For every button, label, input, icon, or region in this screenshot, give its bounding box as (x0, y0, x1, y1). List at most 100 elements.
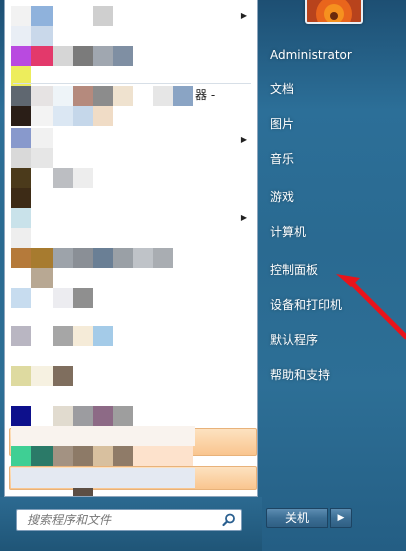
program-item[interactable] (5, 168, 257, 188)
pixelated-block (73, 446, 93, 466)
pixelated-block (31, 26, 53, 46)
submenu-arrow-icon: ▶ (240, 213, 247, 222)
pixelated-block (153, 248, 173, 268)
pixelated-block (11, 426, 195, 446)
program-item[interactable]: ▶ (5, 6, 257, 26)
pixelated-block (31, 366, 53, 386)
pixelated-block (73, 168, 93, 188)
pixelated-block (113, 46, 133, 66)
search-input[interactable] (17, 510, 213, 530)
program-list-pane: ▶ 器 - ▶ ▶ (4, 0, 258, 497)
pixelated-block (31, 6, 53, 26)
pixelated-block (11, 446, 31, 466)
pixelated-block (113, 248, 133, 268)
shutdown-button[interactable]: 关机 (266, 508, 328, 528)
submenu-arrow-icon: ▶ (240, 135, 247, 144)
pixelated-block (53, 168, 73, 188)
pixelated-block (11, 86, 31, 106)
user-name-link[interactable]: Administrator (270, 49, 352, 61)
documents-link[interactable]: 文档 (270, 83, 294, 95)
pixelated-block (153, 86, 173, 106)
pixelated-block (93, 106, 113, 126)
pixelated-block (73, 288, 93, 308)
pixelated-block (133, 248, 153, 268)
pixelated-block (73, 46, 93, 66)
pixelated-row (5, 148, 257, 168)
user-avatar[interactable] (305, 0, 363, 24)
control-panel-link[interactable]: 控制面板 (270, 264, 318, 276)
pixelated-block (31, 86, 53, 106)
pixelated-block (93, 406, 113, 426)
pixelated-row (5, 426, 257, 446)
pixelated-block (113, 446, 133, 466)
music-link[interactable]: 音乐 (270, 153, 294, 165)
pixelated-block (53, 406, 73, 426)
pixelated-block (11, 366, 31, 386)
program-item[interactable] (5, 46, 257, 66)
magnifier-icon[interactable] (221, 512, 237, 528)
pixelated-block (133, 446, 193, 466)
pixelated-block (53, 288, 73, 308)
pixelated-block (53, 46, 73, 66)
pixelated-block (53, 248, 73, 268)
program-label-fragment: 器 - (195, 88, 216, 102)
pixelated-block (73, 106, 93, 126)
pixelated-block (11, 406, 31, 426)
help-and-support-link[interactable]: 帮助和支持 (270, 369, 330, 381)
pixelated-block (11, 228, 31, 248)
devices-and-printers-link[interactable]: 设备和打印机 (270, 299, 342, 311)
pixelated-block (93, 6, 113, 26)
pixelated-block (73, 326, 93, 346)
program-item[interactable] (5, 288, 257, 308)
pixelated-block (173, 86, 193, 106)
computer-link[interactable]: 计算机 (270, 226, 306, 238)
pixelated-block (11, 106, 31, 126)
pixelated-block (53, 326, 73, 346)
pixelated-block (31, 148, 53, 168)
pixelated-row (5, 228, 257, 248)
pixelated-block (73, 488, 93, 496)
pixelated-block (31, 46, 53, 66)
pixelated-block (73, 248, 93, 268)
pixelated-block (73, 86, 93, 106)
pixelated-row (5, 468, 257, 488)
games-link[interactable]: 游戏 (270, 191, 294, 203)
pixelated-block (11, 26, 31, 46)
program-item[interactable] (5, 406, 257, 426)
pixelated-block (11, 148, 31, 168)
search-box[interactable] (16, 509, 242, 531)
pixelated-block (93, 446, 113, 466)
pixelated-block (11, 168, 31, 188)
program-item[interactable] (5, 326, 257, 346)
pictures-link[interactable]: 图片 (270, 118, 294, 130)
program-item[interactable]: 器 - (5, 86, 257, 106)
default-programs-link[interactable]: 默认程序 (270, 334, 318, 346)
pixelated-row (5, 188, 257, 208)
flower-picture-icon (307, 0, 361, 22)
pixelated-block (113, 406, 133, 426)
pixelated-block (53, 446, 73, 466)
pixelated-block (31, 106, 53, 126)
program-item[interactable]: ▶ (5, 128, 257, 148)
pixelated-row (5, 26, 257, 46)
pixelated-block (53, 86, 73, 106)
pixelated-block (11, 46, 31, 66)
program-item[interactable] (5, 248, 257, 268)
pixelated-block (31, 128, 53, 148)
program-item[interactable]: ▶ (5, 208, 257, 228)
pixelated-row (5, 488, 257, 496)
pixelated-block (73, 406, 93, 426)
pixelated-block (31, 248, 53, 268)
program-item[interactable] (5, 366, 257, 386)
shutdown-options-arrow-icon[interactable]: ▶ (330, 508, 352, 528)
pixelated-row (5, 106, 257, 126)
pixelated-row (5, 268, 257, 288)
pixelated-block (11, 188, 31, 208)
pixelated-block (53, 366, 73, 386)
pixelated-block (113, 86, 133, 106)
pixelated-block (11, 6, 31, 26)
pixelated-block (11, 468, 195, 488)
pixelated-block (11, 326, 31, 346)
pixelated-block (11, 288, 31, 308)
pixelated-row (5, 446, 257, 466)
